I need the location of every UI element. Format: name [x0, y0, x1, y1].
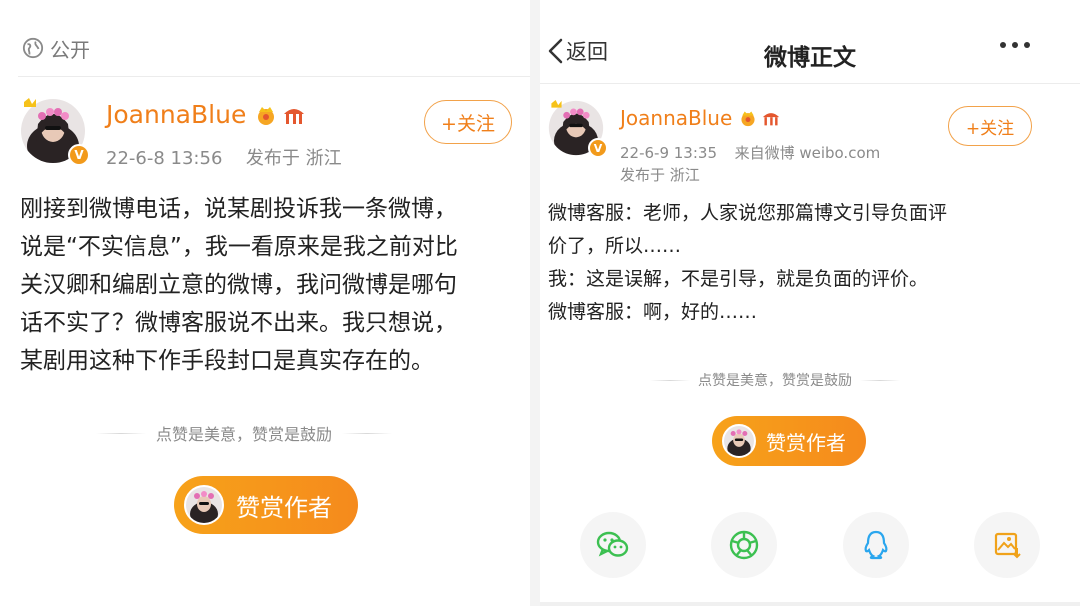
- right-screenshot-panel: 返回 微博正文 V JoannaBlue 22-6-9 13:35 来自微博 w…: [540, 0, 1080, 606]
- mini-avatar: [722, 424, 756, 458]
- page-title: 微博正文: [764, 45, 856, 71]
- post-body: 微博客服：老师，人家说您那篇博文引导负面评 价了，所以…… 我：这是误解，不是引…: [548, 197, 947, 329]
- follow-button[interactable]: +关注: [424, 100, 512, 144]
- verified-badge: V: [68, 144, 90, 166]
- crown-badge-icon: [741, 111, 755, 127]
- reward-hint: 点赞是美意，赞赏是鼓励: [650, 370, 900, 390]
- more-dot-icon: [1024, 42, 1030, 48]
- avatar[interactable]: V: [548, 100, 608, 158]
- bottom-divider: [540, 602, 1080, 606]
- verified-badge: V: [588, 138, 608, 158]
- post-line: 我：这是误解，不是引导，就是负面的评价。: [548, 268, 929, 290]
- visibility-indicator: 公开: [22, 34, 90, 62]
- panel-separator: [530, 0, 540, 606]
- post-date: 22-6-9 13:35: [620, 144, 717, 162]
- post-body: 刚接到微博电话，说某剧投诉我一条微博， 说是“不实信息”，我一看原来是我之前对比…: [20, 190, 458, 380]
- reward-button-label: 赞赏作者: [766, 430, 846, 455]
- post-line: 微博客服：啊，好的……: [548, 301, 758, 323]
- visibility-label: 公开: [50, 37, 90, 62]
- post-line: 某剧用这种下作手段封口是真实存在的。: [20, 348, 434, 374]
- post-date: 22-6-8 13:56: [106, 148, 223, 169]
- reward-author-button[interactable]: 赞赏作者: [174, 476, 358, 534]
- post-location: 发布于 浙江: [620, 166, 700, 184]
- more-dot-icon: [1012, 42, 1018, 48]
- post-meta: 22-6-8 13:56 发布于 浙江: [106, 144, 342, 170]
- post-line: 微博客服：老师，人家说您那篇博文引导负面评: [548, 202, 948, 224]
- follow-button[interactable]: +关注: [948, 106, 1032, 146]
- reward-author-button[interactable]: 赞赏作者: [712, 416, 866, 466]
- more-dot-icon: [1000, 42, 1006, 48]
- follow-label: +关注: [965, 118, 1015, 139]
- wechat-icon: [596, 531, 629, 557]
- share-qq-button[interactable]: [842, 512, 909, 578]
- member-badge-icon: [284, 108, 305, 124]
- username[interactable]: JoannaBlue: [106, 100, 306, 129]
- save-image-button[interactable]: [973, 512, 1040, 578]
- post-line: 说是“不实信息”，我一看原来是我之前对比: [20, 234, 458, 260]
- username-text: JoannaBlue: [106, 100, 247, 129]
- reward-hint-text: 点赞是美意，赞赏是鼓励: [156, 425, 333, 444]
- username[interactable]: JoannaBlue: [620, 106, 781, 130]
- share-wechat-button[interactable]: [580, 512, 646, 578]
- reward-button-label: 赞赏作者: [236, 493, 332, 522]
- post-line: 关汉卿和编剧立意的微博，我问微博是哪句: [20, 272, 457, 298]
- reward-hint: 点赞是美意，赞赏是鼓励: [96, 421, 393, 445]
- post-line: 价了，所以……: [548, 235, 682, 257]
- post-meta: 22-6-9 13:35 来自微博 weibo.com 发布于 浙江: [620, 142, 880, 186]
- avatar[interactable]: V: [20, 98, 90, 166]
- username-text: JoannaBlue: [620, 106, 733, 130]
- post-line: 刚接到微博电话，说某剧投诉我一条微博，: [20, 196, 457, 222]
- post-location: 发布于 浙江: [245, 148, 342, 169]
- crown-badge-icon: [258, 106, 275, 125]
- follow-label: +关注: [441, 112, 495, 135]
- member-badge-icon: [763, 113, 780, 126]
- divider: [18, 76, 530, 77]
- post-source: 来自微博 weibo.com: [734, 144, 881, 162]
- more-options-button[interactable]: [1000, 42, 1030, 48]
- qq-icon: [864, 530, 888, 560]
- left-screenshot-panel: 公开 V JoannaBlue 22-6-8 13:56 发布于 浙江 +关注 …: [0, 0, 530, 606]
- top-nav-bar: 返回 微博正文: [540, 0, 1080, 84]
- mini-avatar: [184, 485, 224, 525]
- share-moments-button[interactable]: [711, 512, 778, 578]
- save-image-icon: [994, 532, 1021, 559]
- post-line: 话不实了？微博客服说不出来。我只想说，: [20, 310, 457, 336]
- share-bar: [580, 512, 1040, 578]
- reward-hint-text: 点赞是美意，赞赏是鼓励: [698, 373, 852, 389]
- moments-icon: [730, 530, 759, 560]
- globe-icon: [22, 37, 44, 59]
